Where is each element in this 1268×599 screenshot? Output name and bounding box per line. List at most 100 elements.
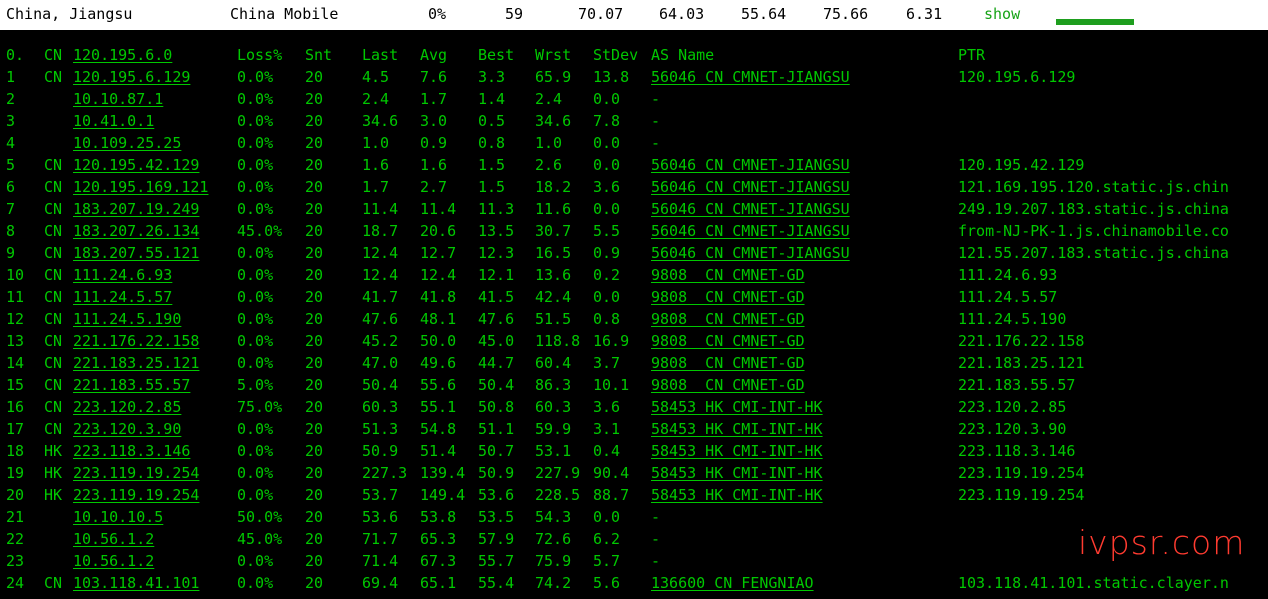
header-loss: Loss%: [237, 46, 283, 64]
host-link[interactable]: 221.183.25.121: [73, 354, 199, 372]
best-value: 53.6: [478, 486, 515, 504]
as-name-link: -: [651, 112, 661, 130]
as-name-link[interactable]: 9808 CN CMNET-GD: [651, 310, 805, 328]
summary-snt: 59: [505, 5, 524, 23]
hop-number: 12: [6, 310, 25, 328]
header-host[interactable]: 120.195.6.0: [73, 46, 172, 64]
worst-value: 60.4: [535, 354, 572, 372]
as-name-link[interactable]: 58453 HK CMI-INT-HK: [651, 464, 823, 482]
host-link[interactable]: 223.119.19.254: [73, 486, 199, 504]
host-link[interactable]: 120.195.169.121: [73, 178, 208, 196]
best-value: 0.5: [478, 112, 506, 130]
watermark-logo: ivpsr.com: [1078, 523, 1246, 562]
worst-value: 13.6: [535, 266, 572, 284]
hop-row: 16 CN 223.120.2.85 75.0% 20 60.3 55.1 50.8 60.3 3…: [0, 398, 1268, 420]
best-value: 3.3: [478, 68, 506, 86]
as-name-link[interactable]: 56046 CN CMNET-JIANGSU: [651, 244, 850, 262]
as-name-link[interactable]: 58453 HK CMI-INT-HK: [651, 486, 823, 504]
host-link[interactable]: 10.41.0.1: [73, 112, 154, 130]
host-link[interactable]: 111.24.5.57: [73, 288, 172, 306]
ptr-value: 223.119.19.254: [958, 464, 1085, 482]
last-value: 1.7: [362, 178, 390, 196]
ptr-value: 121.55.207.183.static.js.china: [958, 244, 1229, 262]
as-name-link[interactable]: 58453 HK CMI-INT-HK: [651, 398, 823, 416]
avg-value: 49.6: [420, 354, 457, 372]
avg-value: 12.7: [420, 244, 457, 262]
loss-value: 0.0%: [237, 266, 274, 284]
stdev-value: 5.7: [593, 552, 621, 570]
host-link[interactable]: 223.120.3.90: [73, 420, 181, 438]
host-link[interactable]: 10.10.10.5: [73, 508, 163, 526]
hop-number: 20: [6, 486, 25, 504]
stdev-value: 0.2: [593, 266, 621, 284]
country-code: CN: [44, 288, 63, 306]
as-name-link[interactable]: 9808 CN CMNET-GD: [651, 288, 805, 306]
sent-value: 20: [305, 266, 324, 284]
as-name-link[interactable]: 56046 CN CMNET-JIANGSU: [651, 200, 850, 218]
as-name-link[interactable]: 9808 CN CMNET-GD: [651, 332, 805, 350]
worst-value: 54.3: [535, 508, 572, 526]
host-link[interactable]: 183.207.19.249: [73, 200, 199, 218]
hop-number: 11: [6, 288, 25, 306]
as-name-link[interactable]: 9808 CN CMNET-GD: [651, 266, 805, 284]
loss-value: 0.0%: [237, 200, 274, 218]
host-link[interactable]: 120.195.42.129: [73, 156, 199, 174]
host-link[interactable]: 221.183.55.57: [73, 376, 190, 394]
worst-value: 2.4: [535, 90, 563, 108]
show-button[interactable]: show: [984, 5, 1020, 23]
host-link[interactable]: 223.118.3.146: [73, 442, 190, 460]
hop-row: 10 CN 111.24.6.93 0.0% 20 12.4 12.4 12.1 13.6 0.2…: [0, 266, 1268, 288]
sent-value: 20: [305, 530, 324, 548]
avg-value: 11.4: [420, 200, 457, 218]
ptr-value: 221.183.25.121: [958, 354, 1085, 372]
ptr-value: 103.118.41.101.static.clayer.n: [958, 574, 1229, 592]
host-link[interactable]: 183.207.26.134: [73, 222, 199, 240]
hop-row: 12 CN 111.24.5.190 0.0% 20 47.6 48.1 47.6 51.5 0.…: [0, 310, 1268, 332]
ptr-value: 120.195.42.129: [958, 156, 1085, 174]
host-link[interactable]: 183.207.55.121: [73, 244, 199, 262]
hop-row: 11 CN 111.24.5.57 0.0% 20 41.7 41.8 41.5 42.4 0.0…: [0, 288, 1268, 310]
hop-number: 17: [6, 420, 25, 438]
as-name-link: -: [651, 530, 661, 548]
host-link[interactable]: 221.176.22.158: [73, 332, 199, 350]
hop-number: 15: [6, 376, 25, 394]
loss-value: 0.0%: [237, 354, 274, 372]
as-name-link[interactable]: 56046 CN CMNET-JIANGSU: [651, 156, 850, 174]
as-name-link[interactable]: 56046 CN CMNET-JIANGSU: [651, 68, 850, 86]
host-link[interactable]: 111.24.6.93: [73, 266, 172, 284]
host-link[interactable]: 111.24.5.190: [73, 310, 181, 328]
host-link[interactable]: 223.120.2.85: [73, 398, 181, 416]
sent-value: 20: [305, 332, 324, 350]
best-value: 55.4: [478, 574, 515, 592]
hop-number: 4: [6, 134, 16, 152]
host-link[interactable]: 10.109.25.25: [73, 134, 181, 152]
ptr-value: 223.120.3.90: [958, 420, 1067, 438]
hop-row: 5 CN 120.195.42.129 0.0% 20 1.6 1.6 1.5 2.6 0.0 56…: [0, 156, 1268, 178]
ptr-value: 111.24.5.190: [958, 310, 1067, 328]
host-link[interactable]: 120.195.6.129: [73, 68, 190, 86]
loss-value: 0.0%: [237, 178, 274, 196]
sent-value: 20: [305, 90, 324, 108]
as-name-link[interactable]: 56046 CN CMNET-JIANGSU: [651, 222, 850, 240]
host-link[interactable]: 10.10.87.1: [73, 90, 163, 108]
host-link[interactable]: 103.118.41.101: [73, 574, 199, 592]
last-value: 1.6: [362, 156, 390, 174]
host-link[interactable]: 10.56.1.2: [73, 552, 154, 570]
loss-value: 5.0%: [237, 376, 274, 394]
as-name-link[interactable]: 9808 CN CMNET-GD: [651, 354, 805, 372]
as-name-link[interactable]: 58453 HK CMI-INT-HK: [651, 420, 823, 438]
summary-stdev: 6.31: [906, 5, 943, 23]
as-name-link[interactable]: 58453 HK CMI-INT-HK: [651, 442, 823, 460]
last-value: 41.7: [362, 288, 399, 306]
ptr-value: 221.176.22.158: [958, 332, 1085, 350]
as-name-link[interactable]: 9808 CN CMNET-GD: [651, 376, 805, 394]
host-link[interactable]: 223.119.19.254: [73, 464, 199, 482]
host-link[interactable]: 10.56.1.2: [73, 530, 154, 548]
loss-value: 0.0%: [237, 332, 274, 350]
as-name-link[interactable]: 56046 CN CMNET-JIANGSU: [651, 178, 850, 196]
best-value: 44.7: [478, 354, 515, 372]
country-code: CN: [44, 222, 63, 240]
best-value: 12.1: [478, 266, 515, 284]
hop-number: 1: [6, 68, 16, 86]
as-name-link[interactable]: 136600 CN FENGNIAO: [651, 574, 814, 592]
